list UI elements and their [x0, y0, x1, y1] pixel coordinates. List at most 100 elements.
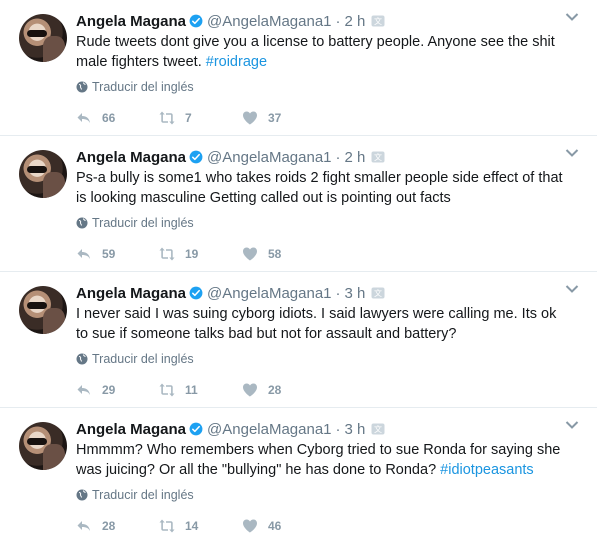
globe-icon	[76, 217, 88, 229]
translate-link[interactable]: Traducir del inglés	[76, 352, 194, 366]
display-name[interactable]: Angela Magana	[76, 421, 186, 438]
handle[interactable]: @AngelaMagana1	[207, 421, 331, 438]
tweet[interactable]: Angela Magana @AngelaMagana1 · 2 h 文 Ps-…	[0, 136, 597, 272]
tweet-text-body: I never said I was suing cyborg idiots. …	[76, 306, 561, 342]
display-name[interactable]: Angela Magana	[76, 285, 186, 302]
like-button[interactable]: 28	[242, 382, 325, 398]
like-count: 37	[268, 111, 282, 125]
tweet-actions: 66 7 37	[76, 108, 325, 128]
tweet-actions: 59 19 58	[76, 244, 325, 264]
separator-dot: ·	[335, 284, 341, 302]
retweet-icon	[159, 519, 175, 533]
tweet-header: Angela Magana @AngelaMagana1 · 2 h 文	[76, 147, 385, 167]
chevron-down-icon[interactable]	[565, 12, 579, 22]
tweet-text: Hmmmm? Who remembers when Cyborg tried t…	[76, 440, 571, 480]
tweet-text: Rude tweets dont give you a license to b…	[76, 32, 571, 72]
chevron-down-icon[interactable]	[565, 420, 579, 430]
verified-badge-icon	[189, 422, 203, 436]
like-button[interactable]: 58	[242, 246, 325, 262]
heart-icon	[243, 519, 257, 533]
tweet-actions: 29 11 28	[76, 380, 325, 400]
hashtag-link[interactable]: #roidrage	[206, 54, 267, 70]
like-button[interactable]: 46	[242, 518, 325, 534]
verified-badge-icon	[189, 286, 203, 300]
reply-icon	[77, 249, 90, 259]
heart-icon	[243, 383, 257, 397]
retweet-count: 7	[185, 111, 192, 125]
like-count: 58	[268, 247, 282, 261]
reply-count: 59	[102, 247, 116, 261]
separator-dot: ·	[335, 148, 341, 166]
tweet-header: Angela Magana @AngelaMagana1 · 3 h 文	[76, 283, 385, 303]
tweet-text-body: Ps-a bully is some1 who takes roids 2 fi…	[76, 170, 567, 206]
tweet-header: Angela Magana @AngelaMagana1 · 2 h 文	[76, 11, 385, 31]
heart-icon	[243, 111, 257, 125]
translate-link[interactable]: Traducir del inglés	[76, 80, 194, 94]
timestamp[interactable]: 3 h	[345, 285, 366, 302]
avatar[interactable]	[19, 150, 67, 198]
handle[interactable]: @AngelaMagana1	[207, 149, 331, 166]
reply-button[interactable]: 66	[76, 110, 159, 126]
display-name[interactable]: Angela Magana	[76, 149, 186, 166]
avatar[interactable]	[19, 286, 67, 334]
tweet-text: I never said I was suing cyborg idiots. …	[76, 304, 571, 344]
translate-label: Traducir del inglés	[92, 80, 194, 94]
timestamp[interactable]: 2 h	[345, 13, 366, 30]
translate-label: Traducir del inglés	[92, 216, 194, 230]
chevron-down-icon[interactable]	[565, 148, 579, 158]
retweet-count: 14	[185, 519, 199, 533]
globe-icon	[76, 489, 88, 501]
retweet-button[interactable]: 11	[159, 382, 242, 398]
handle[interactable]: @AngelaMagana1	[207, 13, 331, 30]
svg-text:文: 文	[374, 152, 382, 162]
reply-icon	[77, 385, 90, 395]
heart-icon	[243, 247, 257, 261]
reply-button[interactable]: 29	[76, 382, 159, 398]
translated-badge-icon: 文	[371, 423, 385, 435]
translated-badge-icon: 文	[371, 151, 385, 163]
retweet-icon	[159, 247, 175, 261]
translated-badge-icon: 文	[371, 287, 385, 299]
tweet-text: Ps-a bully is some1 who takes roids 2 fi…	[76, 168, 571, 208]
translated-badge-icon: 文	[371, 15, 385, 27]
reply-icon	[77, 113, 90, 123]
reply-count: 29	[102, 383, 116, 397]
tweet[interactable]: Angela Magana @AngelaMagana1 · 3 h 文 I n…	[0, 272, 597, 408]
retweet-count: 19	[185, 247, 199, 261]
retweet-button[interactable]: 7	[159, 110, 242, 126]
timestamp[interactable]: 3 h	[345, 421, 366, 438]
like-count: 46	[268, 519, 282, 533]
translate-link[interactable]: Traducir del inglés	[76, 488, 194, 502]
tweet[interactable]: Angela Magana @AngelaMagana1 · 3 h 文 Hmm…	[0, 408, 597, 542]
verified-badge-icon	[189, 14, 203, 28]
reply-button[interactable]: 59	[76, 246, 159, 262]
timeline: Angela Magana @AngelaMagana1 · 2 h 文 Rud…	[0, 0, 597, 542]
reply-count: 28	[102, 519, 116, 533]
handle[interactable]: @AngelaMagana1	[207, 285, 331, 302]
svg-text:文: 文	[374, 424, 382, 434]
globe-icon	[76, 353, 88, 365]
reply-button[interactable]: 28	[76, 518, 159, 534]
retweet-button[interactable]: 19	[159, 246, 242, 262]
retweet-count: 11	[185, 383, 198, 397]
tweet[interactable]: Angela Magana @AngelaMagana1 · 2 h 文 Rud…	[0, 0, 597, 136]
timestamp[interactable]: 2 h	[345, 149, 366, 166]
svg-text:文: 文	[374, 288, 382, 298]
retweet-icon	[159, 111, 175, 125]
like-count: 28	[268, 383, 282, 397]
avatar[interactable]	[19, 14, 67, 62]
translate-link[interactable]: Traducir del inglés	[76, 216, 194, 230]
hashtag-link[interactable]: #idiotpeasants	[440, 462, 534, 478]
like-button[interactable]: 37	[242, 110, 325, 126]
retweet-button[interactable]: 14	[159, 518, 242, 534]
tweet-text-body: Rude tweets dont give you a license to b…	[76, 34, 559, 70]
globe-icon	[76, 81, 88, 93]
retweet-icon	[159, 383, 175, 397]
chevron-down-icon[interactable]	[565, 284, 579, 294]
display-name[interactable]: Angela Magana	[76, 13, 186, 30]
separator-dot: ·	[335, 420, 341, 438]
reply-count: 66	[102, 111, 116, 125]
reply-icon	[77, 521, 90, 531]
svg-text:文: 文	[374, 16, 382, 26]
avatar[interactable]	[19, 422, 67, 470]
